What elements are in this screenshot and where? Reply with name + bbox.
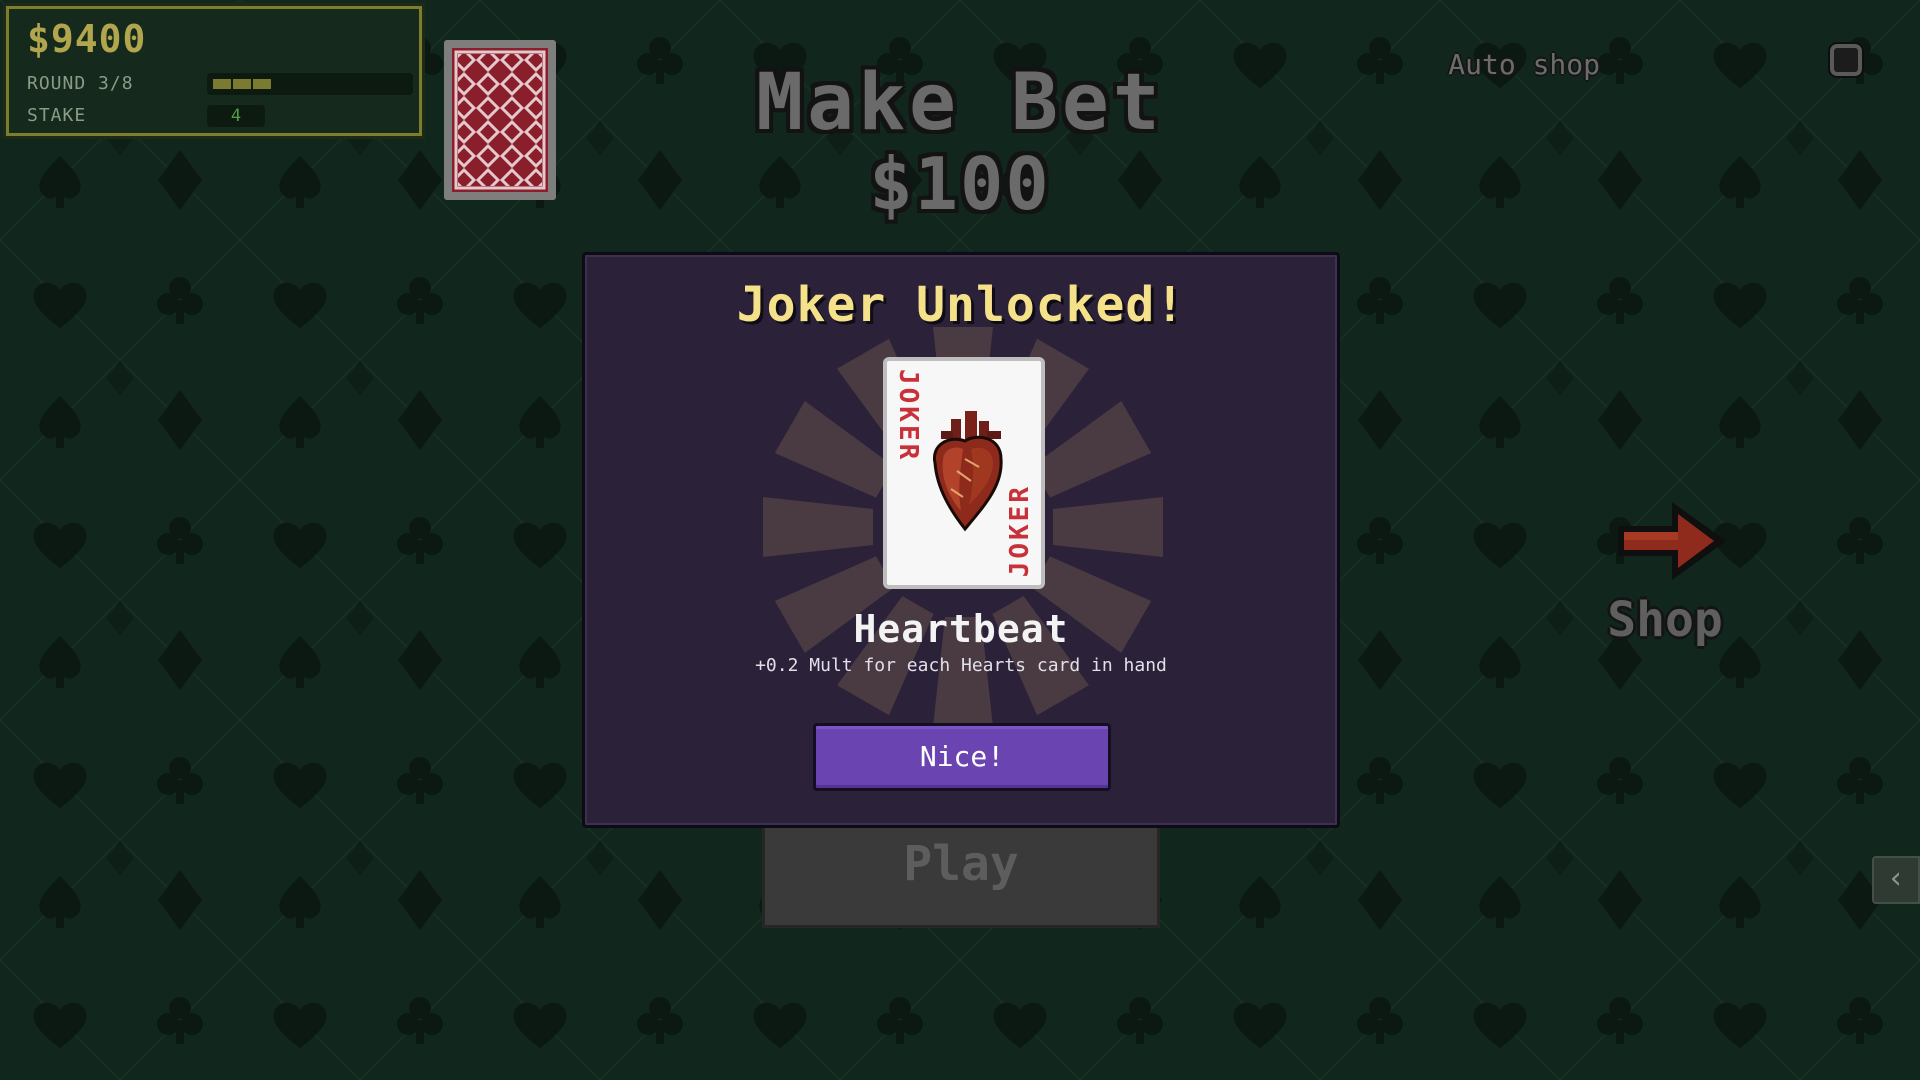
round-progress-segment	[253, 79, 271, 89]
joker-card-word-top: JOKER	[893, 369, 923, 463]
stake-value: 4	[230, 106, 242, 126]
auto-shop-label: Auto shop	[1448, 48, 1600, 81]
round-progress-segment	[213, 79, 231, 89]
round-progress-segment	[233, 79, 251, 89]
chevron-left-icon[interactable]: ‹	[1872, 856, 1920, 904]
nice-confirm-button[interactable]: Nice!	[813, 723, 1111, 791]
money-display: $9400	[27, 17, 147, 61]
stats-panel: $9400 ROUND 3/8 STAKE 4	[3, 3, 425, 139]
stake-box: 4	[207, 105, 265, 127]
round-label: ROUND 3/8	[27, 73, 134, 94]
joker-card-word-bottom: JOKER	[1005, 483, 1035, 577]
deck-pile[interactable]	[444, 40, 556, 200]
card-back-icon	[452, 48, 548, 192]
nice-button-label: Nice!	[919, 740, 1005, 773]
joker-card: JOKER JOKER	[883, 357, 1045, 589]
joker-description: +0.2 Mult for each Hearts card in hand	[755, 655, 1167, 676]
joker-unlocked-modal: Joker Unlocked! JOKER JOKER Heartbeat +0…	[582, 252, 1340, 828]
play-button[interactable]: Play	[762, 826, 1160, 928]
auto-shop-checkbox[interactable]	[1828, 42, 1864, 78]
anatomical-heart-icon	[932, 411, 1003, 532]
bet-amount: $100	[869, 142, 1051, 226]
joker-name: Heartbeat	[853, 607, 1069, 651]
make-bet-title: Make Bet	[756, 58, 1164, 148]
shop-button-label[interactable]: Shop	[1590, 592, 1740, 648]
round-progress-bar	[207, 73, 413, 95]
right-arrow-icon[interactable]	[1612, 496, 1732, 586]
stake-label: STAKE	[27, 105, 87, 126]
play-button-label: Play	[903, 836, 1019, 892]
